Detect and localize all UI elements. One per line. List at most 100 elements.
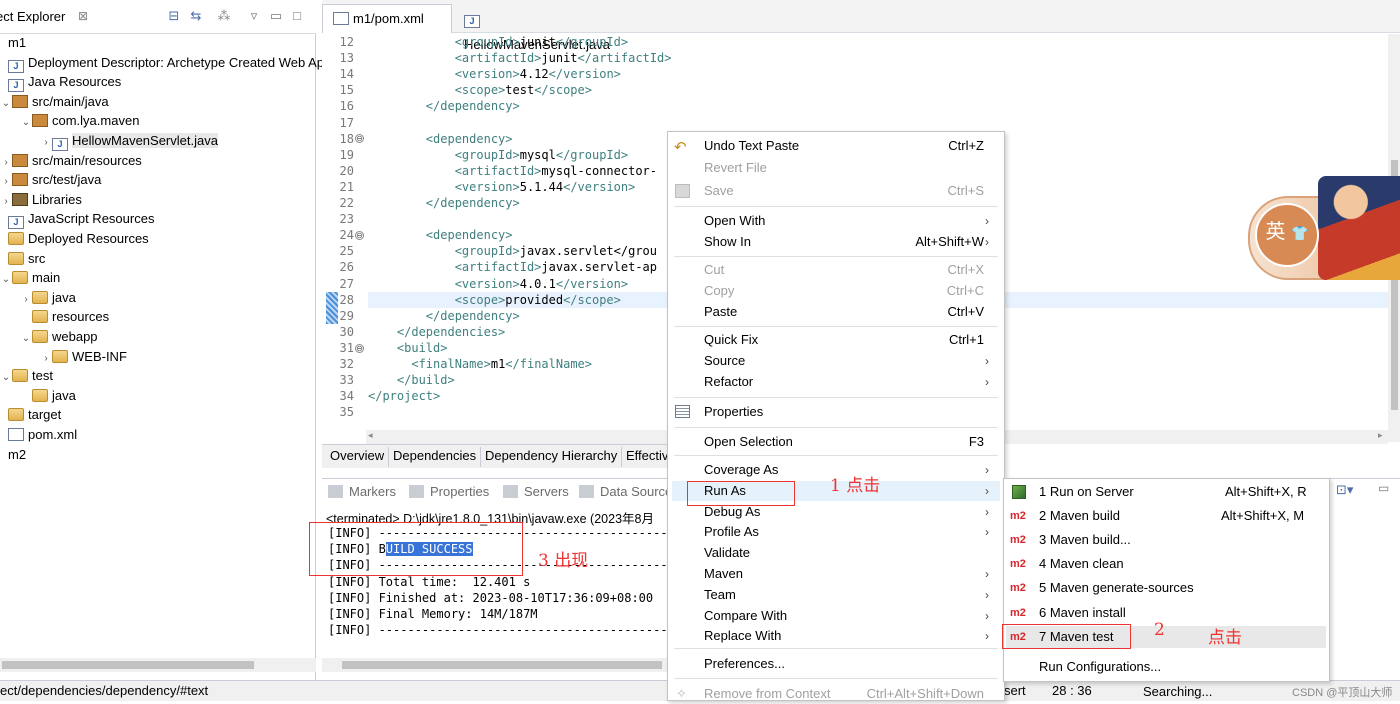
code-line[interactable]: <version>5.1.44</version> bbox=[368, 179, 636, 195]
chevron-right-icon[interactable]: › bbox=[0, 192, 12, 211]
menu-item-undo-text-paste[interactable]: Undo Text Paste bbox=[704, 136, 799, 156]
code-line[interactable]: </dependencies> bbox=[368, 324, 505, 340]
fold-toggle-icon[interactable]: ⊖ bbox=[355, 231, 364, 240]
filter-icon[interactable]: ⁂ bbox=[216, 8, 232, 24]
tab-hellowmavenservlet[interactable]: JHellowMavenServlet.java bbox=[454, 4, 634, 52]
menu-item-save[interactable]: Save bbox=[704, 181, 734, 201]
code-line[interactable]: <artifactId>mysql-connector- bbox=[368, 163, 657, 179]
tree-item[interactable]: target bbox=[0, 405, 61, 424]
menu-item-team[interactable]: Team bbox=[704, 585, 736, 605]
code-line[interactable]: <version>4.0.1</version> bbox=[368, 276, 628, 292]
tab-effective-pom[interactable]: Effectiv bbox=[622, 447, 672, 467]
code-line[interactable]: <scope>provided</scope> bbox=[368, 292, 621, 308]
code-line[interactable]: <artifactId>javax.servlet-ap bbox=[368, 259, 657, 275]
tree-item[interactable]: › src/main/resources bbox=[0, 151, 141, 172]
menu-item-refactor[interactable]: Refactor bbox=[704, 372, 753, 392]
tab-markers[interactable]: Markers bbox=[328, 484, 396, 499]
menu-item-revert-file[interactable]: Revert File bbox=[704, 158, 767, 178]
tab-data-source[interactable]: Data Source bbox=[579, 484, 672, 499]
menu-item-maven[interactable]: Maven bbox=[704, 564, 743, 584]
code-line[interactable]: </dependency> bbox=[368, 98, 520, 114]
tree-item[interactable]: Deployed Resources bbox=[0, 229, 149, 248]
tree-item[interactable]: m1 bbox=[0, 33, 26, 52]
chevron-right-icon[interactable]: › bbox=[20, 290, 32, 309]
menu-item-compare-with[interactable]: Compare With bbox=[704, 606, 787, 626]
console-scrollbar-thumb[interactable] bbox=[342, 661, 662, 669]
menu-item-open-selection[interactable]: Open Selection bbox=[704, 432, 793, 452]
menu-item-validate[interactable]: Validate bbox=[704, 543, 750, 563]
chevron-down-icon[interactable]: ⌄ bbox=[20, 329, 32, 348]
menu-item-open-with[interactable]: Open With bbox=[704, 211, 765, 231]
code-line[interactable]: </dependency> bbox=[368, 308, 520, 324]
code-line[interactable]: <groupId>javax.servlet</grou bbox=[368, 243, 657, 259]
code-line[interactable]: <build> bbox=[368, 340, 448, 356]
chevron-right-icon[interactable]: › bbox=[0, 172, 12, 191]
fold-toggle-icon[interactable]: ⊖ bbox=[355, 134, 364, 143]
project-explorer-tab-title[interactable]: ect Explorer bbox=[0, 9, 65, 24]
minimize-icon[interactable]: ▭ bbox=[1378, 481, 1389, 495]
submenu-item-1-run-on-server[interactable]: 1 Run on Server bbox=[1039, 481, 1134, 503]
maximize-icon[interactable]: □ bbox=[289, 8, 305, 24]
chevron-right-icon[interactable]: › bbox=[40, 349, 52, 368]
scroll-right-icon[interactable]: ▸ bbox=[1378, 430, 1383, 441]
code-line[interactable]: <groupId>mysql</groupId> bbox=[368, 147, 628, 163]
chevron-down-icon[interactable]: ⌄ bbox=[0, 270, 12, 289]
tree-item[interactable]: › WEB-INF bbox=[40, 347, 127, 366]
code-line[interactable]: <version>4.12</version> bbox=[368, 66, 621, 82]
console-line[interactable]: [INFO] Finished at: 2023-08-10T17:36:09+… bbox=[328, 590, 653, 606]
submenu-item-6-maven-install[interactable]: 6 Maven install bbox=[1039, 602, 1126, 624]
close-icon[interactable]: ⊠ bbox=[78, 9, 88, 23]
menu-item-remove-from-context[interactable]: Remove from Context bbox=[704, 684, 830, 704]
submenu-item-3-maven-build[interactable]: 3 Maven build... bbox=[1039, 529, 1131, 551]
chevron-right-icon[interactable]: › bbox=[0, 153, 12, 172]
menu-item-quick-fix[interactable]: Quick Fix bbox=[704, 330, 758, 350]
submenu-item-4-maven-clean[interactable]: 4 Maven clean bbox=[1039, 553, 1124, 575]
tree-item[interactable]: ⌄ com.lya.maven bbox=[20, 111, 140, 132]
tree-item[interactable]: J Java Resources bbox=[0, 72, 121, 93]
tree-item[interactable]: › src/test/java bbox=[0, 170, 101, 189]
tree-item[interactable]: resources bbox=[20, 307, 109, 326]
submenu-item-2-maven-build[interactable]: 2 Maven build bbox=[1039, 505, 1120, 527]
tab-dependencies[interactable]: Dependencies bbox=[389, 447, 482, 467]
code-line[interactable]: <dependency> bbox=[368, 227, 513, 243]
collapse-all-icon[interactable]: ⊟ bbox=[166, 8, 182, 24]
avatar-badge[interactable]: 英 👕 bbox=[1255, 203, 1319, 267]
chevron-down-icon[interactable]: ⌄ bbox=[0, 94, 12, 113]
tree-item[interactable]: m2 bbox=[0, 445, 26, 464]
console-line[interactable]: [INFO] Final Memory: 14M/187M bbox=[328, 606, 538, 622]
chevron-down-icon[interactable]: ⌄ bbox=[0, 368, 12, 387]
menu-item-preferences[interactable]: Preferences... bbox=[704, 654, 785, 674]
fold-toggle-icon[interactable]: ⊖ bbox=[355, 344, 364, 353]
chevron-down-icon[interactable]: ⌄ bbox=[20, 113, 32, 132]
menu-item-properties[interactable]: Properties bbox=[704, 402, 763, 422]
new-console-icon[interactable]: ⊡▾ bbox=[1336, 482, 1353, 498]
menu-item-copy[interactable]: Copy bbox=[704, 281, 734, 301]
menu-item-cut[interactable]: Cut bbox=[704, 260, 724, 280]
tree-item[interactable]: J Deployment Descriptor: Archetype Create… bbox=[0, 53, 324, 73]
tree-item[interactable]: pom.xml bbox=[0, 425, 77, 444]
tree-item[interactable]: ⌄ webapp bbox=[20, 327, 98, 346]
tree-item[interactable]: java bbox=[20, 386, 76, 405]
code-line[interactable]: </dependency> bbox=[368, 195, 520, 211]
code-line[interactable]: <groupId>junit</groupId> bbox=[368, 34, 628, 50]
tree-item[interactable]: J JavaScript Resources bbox=[0, 209, 154, 230]
tree-item[interactable]: › Libraries bbox=[0, 190, 82, 209]
submenu-item-run-configurations[interactable]: Run Configurations... bbox=[1039, 656, 1161, 678]
tab-properties[interactable]: Properties bbox=[409, 484, 489, 499]
tab-overview[interactable]: Overview bbox=[326, 447, 390, 467]
code-line[interactable]: <dependency> bbox=[368, 131, 513, 147]
tree-item[interactable]: ⌄ test bbox=[0, 366, 53, 385]
tree-item[interactable]: ⌄ src/main/java bbox=[0, 92, 109, 111]
scroll-left-icon[interactable]: ◂ bbox=[368, 430, 373, 441]
menu-item-show-in[interactable]: Show In bbox=[704, 232, 751, 252]
code-line[interactable]: <artifactId>junit</artifactId> bbox=[368, 50, 672, 66]
tree-item[interactable]: src bbox=[0, 249, 45, 268]
tree-item[interactable]: › java bbox=[20, 288, 76, 307]
view-menu-icon[interactable]: ▿ bbox=[246, 8, 262, 24]
code-line[interactable]: <finalName>m1</finalName> bbox=[368, 356, 592, 372]
menu-item-profile-as[interactable]: Profile As bbox=[704, 522, 759, 542]
menu-item-coverage-as[interactable]: Coverage As bbox=[704, 460, 778, 480]
tab-pom-xml[interactable]: m1/pom.xml bbox=[322, 4, 452, 33]
tree-item[interactable]: ⌄ main bbox=[0, 268, 60, 287]
chevron-right-icon[interactable]: › bbox=[40, 133, 52, 152]
